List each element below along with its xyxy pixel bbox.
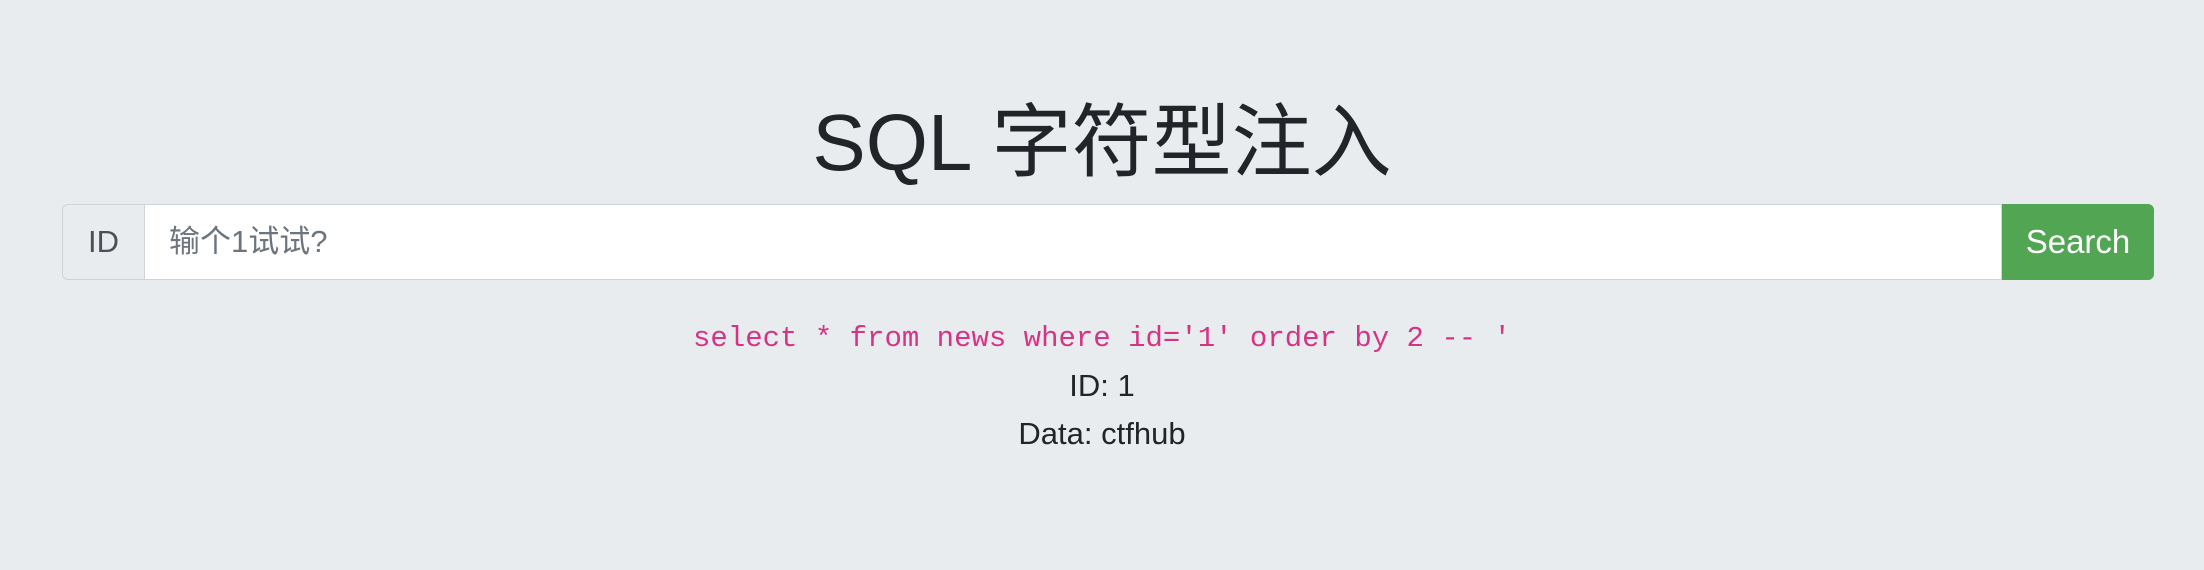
id-input[interactable]	[144, 204, 2002, 280]
page-title: SQL 字符型注入	[812, 98, 1392, 187]
results-panel: select * from news where id='1' order by…	[0, 316, 2204, 458]
page: SQL 字符型注入 ID Search select * from news w…	[0, 0, 2204, 570]
id-prepend-label: ID	[62, 204, 144, 280]
result-id-text: ID: 1	[1069, 368, 1135, 403]
sql-query-text: select * from news where id='1' order by…	[693, 322, 1511, 355]
result-data-text: Data: ctfhub	[1018, 416, 1186, 451]
search-form: ID Search	[62, 204, 2154, 280]
search-button[interactable]: Search	[2002, 204, 2154, 280]
